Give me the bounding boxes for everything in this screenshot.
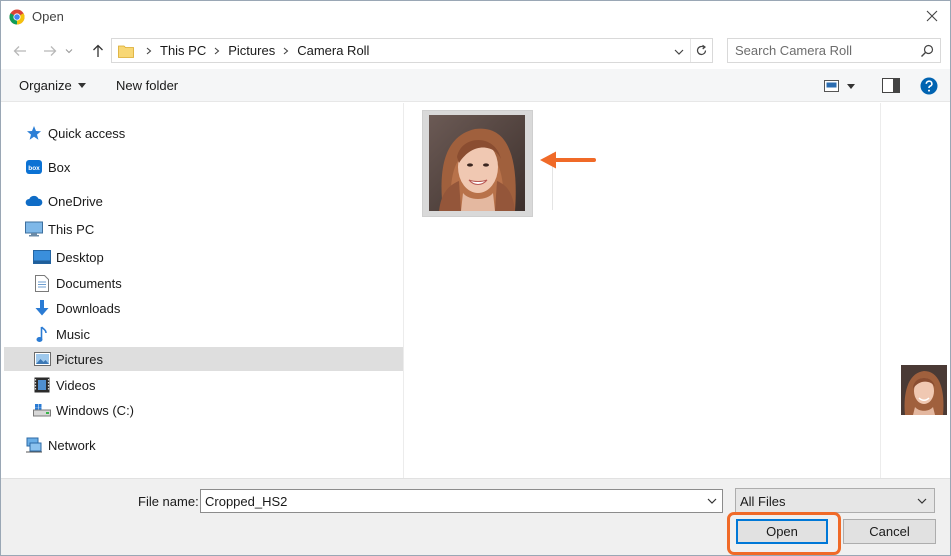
- help-icon[interactable]: [920, 77, 938, 95]
- forward-button[interactable]: [39, 40, 61, 62]
- refresh-button[interactable]: [690, 39, 712, 62]
- search-box[interactable]: [727, 38, 941, 63]
- nav-item-onedrive[interactable]: OneDrive: [25, 189, 103, 213]
- caret-down-icon: [77, 83, 86, 88]
- chevron-down-icon: [917, 498, 927, 504]
- chevron-down-icon: [674, 49, 684, 55]
- breadcrumb-camera-roll[interactable]: Camera Roll: [295, 43, 371, 58]
- title-bar: Open: [1, 1, 950, 32]
- chevron-down-icon[interactable]: [706, 495, 718, 507]
- address-history-button[interactable]: [670, 43, 688, 60]
- nav-item-pictures[interactable]: Pictures: [4, 347, 403, 371]
- file-name-label: File name:: [138, 494, 199, 509]
- network-icon: [25, 436, 43, 454]
- window-title: Open: [32, 9, 64, 24]
- pictures-icon: [33, 350, 51, 368]
- nav-item-desktop[interactable]: Desktop: [33, 245, 104, 269]
- open-file-dialog: Open This PC Pictures Camera Roll Search…: [0, 0, 951, 556]
- navigation-pane: Quick access box Box OneDrive This PC De…: [1, 103, 404, 478]
- document-icon: [33, 274, 51, 292]
- nav-item-quick-access[interactable]: Quick access: [25, 121, 125, 145]
- annotation-arrow-icon: [540, 151, 596, 169]
- preview-photo: [901, 365, 947, 415]
- folder-icon: [118, 45, 134, 58]
- breadcrumb-this-pc[interactable]: This PC: [158, 43, 208, 58]
- chevron-right-icon: [214, 47, 220, 54]
- breadcrumb-separator[interactable]: [208, 47, 226, 55]
- file-thumbnail-selected[interactable]: [422, 110, 533, 217]
- drive-icon: [33, 401, 51, 419]
- portrait-photo: [429, 115, 525, 211]
- arrow-up-icon: [93, 44, 103, 57]
- star-icon: [25, 124, 43, 142]
- refresh-icon: [696, 44, 707, 56]
- preview-pane-icon[interactable]: [882, 78, 900, 93]
- arrow-left-icon: [13, 46, 26, 56]
- chevron-right-icon: [146, 47, 152, 54]
- view-thumbnails-icon: [824, 80, 839, 92]
- file-list: [405, 103, 879, 478]
- organize-button[interactable]: Organize: [19, 78, 86, 93]
- breadcrumb-separator[interactable]: [140, 47, 158, 55]
- nav-item-windows-c[interactable]: Windows (C:): [33, 398, 134, 422]
- file-type-select[interactable]: All Files: [735, 488, 935, 513]
- back-button[interactable]: [9, 40, 31, 62]
- close-button[interactable]: [920, 5, 944, 27]
- svg-text:box: box: [28, 165, 40, 172]
- address-bar[interactable]: This PC Pictures Camera Roll: [111, 38, 713, 63]
- recent-locations-button[interactable]: [62, 40, 76, 62]
- download-arrow-icon: [33, 299, 51, 317]
- nav-item-videos[interactable]: Videos: [33, 373, 96, 397]
- breadcrumb-pictures[interactable]: Pictures: [226, 43, 277, 58]
- command-bar: Organize New folder: [1, 69, 950, 102]
- computer-icon: [25, 220, 43, 238]
- nav-item-documents[interactable]: Documents: [33, 271, 122, 295]
- preview-pane: [880, 103, 950, 478]
- file-name-input[interactable]: [201, 490, 701, 512]
- dialog-footer: File name: All Files Open Cancel: [1, 478, 950, 555]
- search-icon[interactable]: [920, 44, 934, 58]
- search-input[interactable]: [728, 39, 916, 62]
- nav-item-box[interactable]: box Box: [25, 155, 70, 179]
- organize-label: Organize: [19, 78, 72, 93]
- desktop-icon: [33, 248, 51, 266]
- nav-item-this-pc[interactable]: This PC: [25, 217, 94, 241]
- nav-item-network[interactable]: Network: [25, 433, 96, 457]
- breadcrumb-separator[interactable]: [277, 47, 295, 55]
- up-button[interactable]: [87, 40, 109, 62]
- close-icon: [926, 10, 938, 22]
- arrow-right-icon: [44, 46, 57, 56]
- chrome-icon: [9, 9, 25, 25]
- file-name-combobox[interactable]: [200, 489, 723, 513]
- cloud-icon: [25, 192, 43, 210]
- cancel-button[interactable]: Cancel: [843, 519, 936, 544]
- chevron-right-icon: [283, 47, 289, 54]
- change-view-button[interactable]: [824, 77, 860, 95]
- address-row: This PC Pictures Camera Roll: [1, 34, 950, 68]
- caret-down-icon: [847, 83, 855, 89]
- chevron-down-icon: [65, 49, 73, 54]
- nav-item-music[interactable]: Music: [33, 322, 90, 346]
- box-icon: box: [25, 158, 43, 176]
- new-folder-label: New folder: [116, 78, 179, 93]
- open-button[interactable]: Open: [736, 519, 828, 544]
- file-type-value: All Files: [740, 494, 786, 509]
- music-note-icon: [33, 325, 51, 343]
- new-folder-button[interactable]: New folder: [116, 78, 178, 93]
- nav-item-downloads[interactable]: Downloads: [33, 296, 120, 320]
- film-icon: [33, 376, 51, 394]
